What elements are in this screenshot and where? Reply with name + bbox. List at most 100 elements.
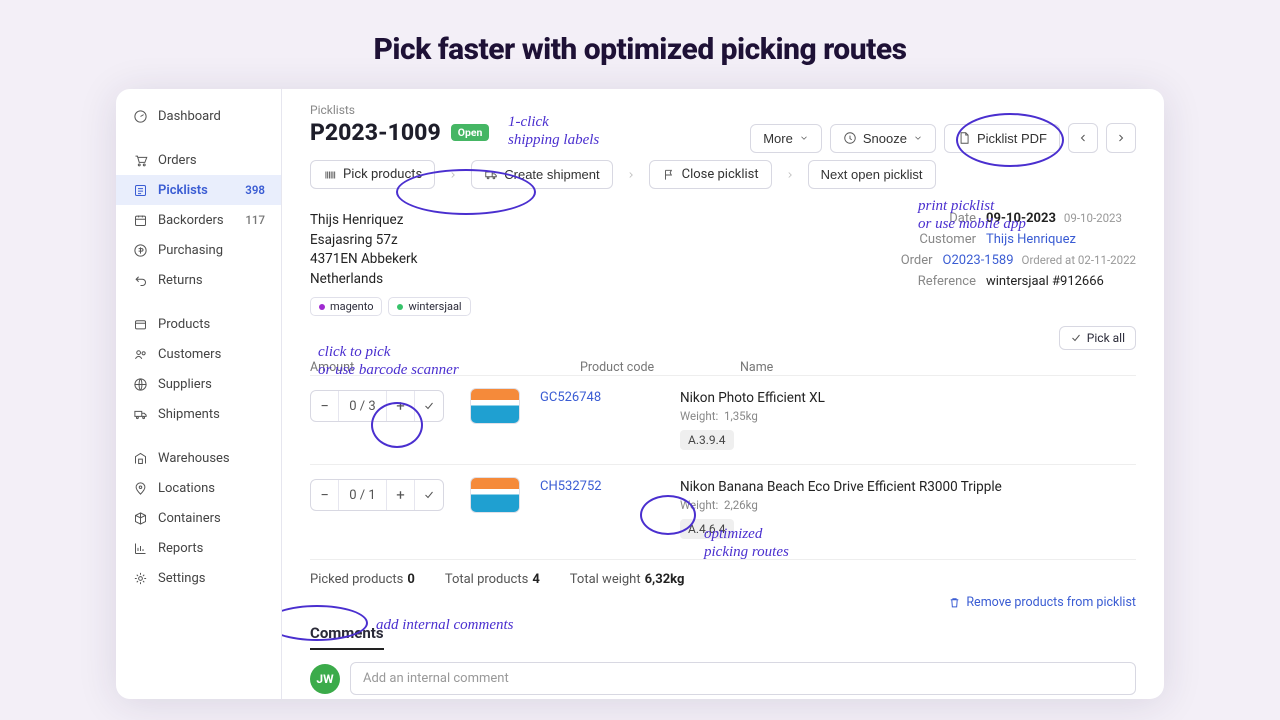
sidebar-item-products[interactable]: Products [116, 309, 281, 339]
close-picklist-button[interactable]: Close picklist [649, 160, 772, 189]
product-weight: Weight: 1,35kg [680, 409, 1136, 423]
customer-link[interactable]: Thijs Henriquez [986, 232, 1076, 247]
chevron-right-icon [620, 170, 642, 180]
qty-plus-button[interactable]: + [387, 480, 415, 510]
sidebar-item-label: Backorders [158, 213, 224, 228]
comments-tab[interactable]: Comments [310, 624, 384, 650]
users-icon [132, 346, 148, 362]
product-weight: Weight: 2,26kg [680, 498, 1136, 512]
sidebar-item-label: Customers [158, 347, 221, 362]
qty-minus-button[interactable]: − [311, 480, 339, 510]
sidebar-item-purchasing[interactable]: Purchasing [116, 235, 281, 265]
sidebar-item-label: Shipments [158, 407, 220, 422]
page-title: P2023-1009 [310, 119, 441, 146]
sidebar-item-dashboard[interactable]: Dashboard [116, 101, 281, 131]
flag-icon [662, 168, 676, 182]
table-header: Amount Product code Name [310, 360, 1136, 375]
qty-stepper: − 0 / 1 + [310, 479, 444, 511]
address-line2: 4371EN Abbekerk [310, 250, 471, 270]
meta-reference: wintersjaal #912666 [986, 274, 1136, 289]
more-button[interactable]: More [750, 124, 822, 153]
product-name: Nikon Banana Beach Eco Drive Efficient R… [680, 479, 1136, 495]
pin-icon [132, 480, 148, 496]
sidebar-item-label: Reports [158, 541, 203, 556]
order-link[interactable]: O2023-1589 [943, 253, 1014, 268]
table-row: − 0 / 3 + GC526748 Nikon Photo Efficient… [310, 375, 1136, 464]
sidebar-item-label: Products [158, 317, 210, 332]
picklist-pdf-button[interactable]: Picklist PDF [944, 124, 1060, 153]
next-open-picklist-button[interactable]: Next open picklist [808, 160, 936, 189]
chevron-down-icon [799, 133, 809, 143]
status-badge: Open [451, 124, 490, 141]
globe-icon [132, 376, 148, 392]
return-icon [132, 272, 148, 288]
product-thumb [470, 477, 520, 513]
sidebar-item-picklists[interactable]: Picklists 398 [116, 175, 281, 205]
cube-icon [132, 510, 148, 526]
more-label: More [763, 131, 793, 146]
meta-label-date: Date [900, 211, 976, 226]
weight-label: Total weight [570, 572, 641, 587]
sidebar-item-orders[interactable]: Orders [116, 145, 281, 175]
avatar: JW [310, 664, 340, 694]
sidebar-item-label: Picklists [158, 183, 208, 198]
qty-minus-button[interactable]: − [311, 391, 339, 421]
sidebar-item-locations[interactable]: Locations [116, 473, 281, 503]
address-country: Netherlands [310, 270, 471, 290]
location-badge: A.3.9.4 [680, 430, 734, 450]
app-window: Dashboard Orders Picklists 398 Backorders… [116, 89, 1164, 699]
sidebar-item-count: 398 [245, 183, 265, 197]
snooze-button[interactable]: Snooze [830, 124, 936, 153]
trash-icon [948, 596, 961, 609]
sidebar-item-shipments[interactable]: Shipments [116, 399, 281, 429]
total-value: 4 [532, 572, 539, 587]
sidebar-item-returns[interactable]: Returns [116, 265, 281, 295]
meta-label-order: Order [857, 253, 933, 268]
prev-button[interactable] [1068, 123, 1098, 153]
chevron-down-icon [913, 133, 923, 143]
dot-icon [319, 304, 325, 310]
tag-magento[interactable]: magento [310, 297, 382, 316]
qty-value: 0 / 1 [339, 480, 387, 510]
top-actions: More Snooze Picklist PDF [750, 123, 1136, 153]
truck-icon [132, 406, 148, 422]
product-code-link[interactable]: CH532752 [540, 479, 680, 494]
qty-plus-button[interactable]: + [387, 391, 415, 421]
sidebar-item-backorders[interactable]: Backorders117 [116, 205, 281, 235]
sidebar-item-label: Locations [158, 481, 215, 496]
sidebar-item-customers[interactable]: Customers [116, 339, 281, 369]
meta-date-sub: 09-10-2023 [1064, 211, 1122, 225]
chart-icon [132, 540, 148, 556]
qty-confirm-button[interactable] [415, 480, 443, 510]
sidebar-item-label: Settings [158, 571, 205, 586]
table-row: − 0 / 1 + CH532752 Nikon Banana Beach Ec… [310, 464, 1136, 553]
create-shipment-button[interactable]: Create shipment [471, 160, 612, 189]
breadcrumb[interactable]: Picklists [310, 103, 1136, 117]
sidebar-item-warehouses[interactable]: Warehouses [116, 443, 281, 473]
check-icon [423, 400, 435, 412]
qty-confirm-button[interactable] [415, 391, 443, 421]
tag-wintersjaal[interactable]: wintersjaal [388, 297, 470, 316]
list-icon [132, 182, 148, 198]
check-icon [423, 489, 435, 501]
sidebar-item-suppliers[interactable]: Suppliers [116, 369, 281, 399]
file-icon [957, 131, 971, 145]
location-badge: A.4.6.4 [680, 519, 734, 539]
chevron-right-icon [1115, 132, 1127, 144]
comment-input[interactable]: Add an internal comment [350, 662, 1136, 695]
sidebar-item-settings[interactable]: Settings [116, 563, 281, 593]
chevron-right-icon [442, 170, 464, 180]
remove-products-link[interactable]: Remove products from picklist [948, 595, 1136, 610]
chevron-left-icon [1077, 132, 1089, 144]
check-icon [1070, 332, 1082, 344]
sidebar-item-reports[interactable]: Reports [116, 533, 281, 563]
product-thumb [470, 388, 520, 424]
main-content: Picklists P2023-1009 Open More Snooze Pi… [282, 89, 1164, 699]
workflow-steps: Pick products Create shipment Close pick… [310, 160, 1136, 189]
step-pick-products[interactable]: Pick products [311, 161, 434, 188]
product-code-link[interactable]: GC526748 [540, 390, 680, 405]
sidebar-item-containers[interactable]: Containers [116, 503, 281, 533]
sidebar-item-label: Suppliers [158, 377, 212, 392]
pick-all-button[interactable]: Pick all [1059, 326, 1136, 350]
next-button[interactable] [1106, 123, 1136, 153]
